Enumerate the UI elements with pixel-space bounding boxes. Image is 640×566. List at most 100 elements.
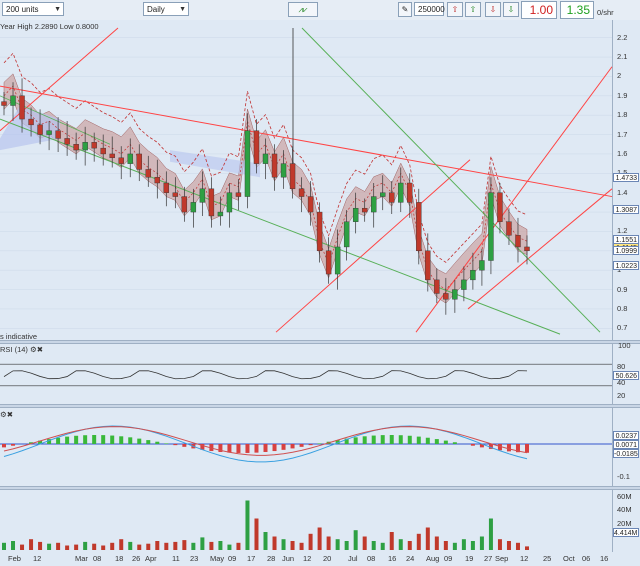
volume-bar — [29, 539, 34, 550]
x-axis-tick: 09 — [228, 554, 237, 563]
candle-body — [497, 192, 503, 222]
volume-bar — [38, 541, 43, 550]
volume-bar — [281, 539, 286, 550]
candle-body — [253, 130, 260, 164]
volume-bar — [389, 532, 394, 550]
x-axis-tick: 12 — [303, 554, 312, 563]
candle-body — [307, 196, 314, 213]
price-tick: 1.2 — [617, 226, 628, 236]
candle-body — [389, 192, 395, 203]
volume-bar — [20, 544, 25, 550]
volume-bar — [137, 544, 142, 550]
volume-tag: 4.414M — [613, 528, 639, 537]
price-tick: 0.7 — [617, 323, 628, 333]
candle-body — [334, 246, 341, 275]
candle-body — [271, 153, 278, 178]
candle-body — [73, 144, 79, 151]
volume-bar — [317, 527, 322, 550]
macd-histogram-bar — [155, 441, 160, 444]
macd-histogram-bar — [182, 444, 187, 447]
macd-tag: 0.0237 — [613, 431, 639, 440]
candle-body — [109, 153, 115, 159]
macd-histogram-bar — [128, 437, 133, 444]
volume-bar — [119, 539, 124, 550]
volume-bar — [83, 541, 88, 550]
volume-bar — [146, 543, 151, 550]
rsi-tick: 80 — [617, 362, 626, 371]
x-axis-tick: Sep — [495, 554, 509, 563]
candle-body — [434, 279, 440, 294]
price-tick: 0.9 — [617, 284, 628, 294]
volume-bar — [182, 540, 187, 550]
candle-body — [118, 157, 124, 164]
volume-bar — [65, 545, 70, 550]
x-axis-tick: 11 — [172, 554, 180, 563]
volume-bar — [515, 542, 520, 550]
macd-histogram-bar — [164, 443, 169, 444]
volume-bar — [11, 541, 16, 550]
candle-body — [371, 196, 377, 213]
volume-bar — [308, 533, 313, 550]
volume-bar — [416, 533, 421, 550]
rsi-line — [3, 370, 528, 380]
price-tick: 1.8 — [617, 110, 628, 120]
macd-histogram-bar — [317, 443, 322, 444]
candle-body — [524, 246, 530, 252]
candle-body — [172, 192, 179, 197]
volume-bar — [290, 541, 295, 550]
volume-bar — [263, 532, 268, 550]
price-tick: 0.8 — [617, 303, 628, 313]
macd-histogram-bar — [137, 438, 142, 444]
candle-body — [298, 188, 305, 197]
volume-bar — [227, 544, 232, 550]
volume-bar — [101, 545, 106, 550]
x-axis-tick: 12 — [33, 554, 42, 563]
price-tag: 1.0999 — [613, 245, 639, 255]
price-tag: 1.3087 — [613, 205, 639, 215]
macd-tag: 0.0071 — [613, 440, 639, 449]
candle-body — [82, 142, 88, 151]
ichimoku-cloud — [3, 73, 528, 304]
volume-bar — [200, 537, 205, 550]
candle-body — [506, 221, 512, 236]
volume-bar — [398, 539, 403, 550]
macd-histogram-bar — [119, 436, 124, 444]
candle-body — [262, 153, 269, 164]
candle-body — [416, 202, 422, 252]
volume-bar — [245, 500, 250, 550]
volume-bar — [488, 518, 493, 550]
candle-body — [145, 169, 151, 178]
price-tick: 2.1 — [617, 52, 628, 62]
candle-body — [136, 153, 142, 170]
volume-bar — [47, 543, 52, 550]
volume-bar — [110, 542, 115, 550]
volume-bar — [92, 543, 97, 550]
macd-histogram-bar — [146, 440, 151, 444]
x-axis-tick: 16 — [600, 554, 609, 563]
x-axis-tick: 09 — [444, 554, 453, 563]
candle-body — [28, 118, 34, 126]
candle-body — [190, 202, 197, 213]
candle-body — [199, 188, 206, 203]
candle-body — [461, 279, 467, 290]
x-axis-tick: 27 — [484, 554, 493, 563]
candle-body — [154, 176, 160, 184]
candle-body — [181, 196, 188, 213]
candle-body — [244, 130, 251, 197]
x-axis-tick: 08 — [367, 554, 376, 563]
macd-histogram-bar — [110, 435, 115, 444]
ichimoku-cloud-bull — [0, 105, 60, 151]
volume-bar — [74, 544, 79, 550]
candle-body — [407, 182, 413, 203]
x-axis-tick: 23 — [190, 554, 199, 563]
candle-body — [398, 182, 404, 203]
macd-histogram-bar — [362, 436, 367, 444]
x-axis-tick: Jul — [348, 554, 358, 563]
volume-bar — [497, 539, 502, 550]
candle-body — [64, 138, 70, 145]
volume-bar — [299, 542, 304, 550]
x-axis-tick: Jun — [282, 554, 295, 563]
macd-histogram-bar — [425, 437, 430, 444]
candle-body — [91, 142, 97, 149]
volume-bar — [191, 542, 196, 550]
